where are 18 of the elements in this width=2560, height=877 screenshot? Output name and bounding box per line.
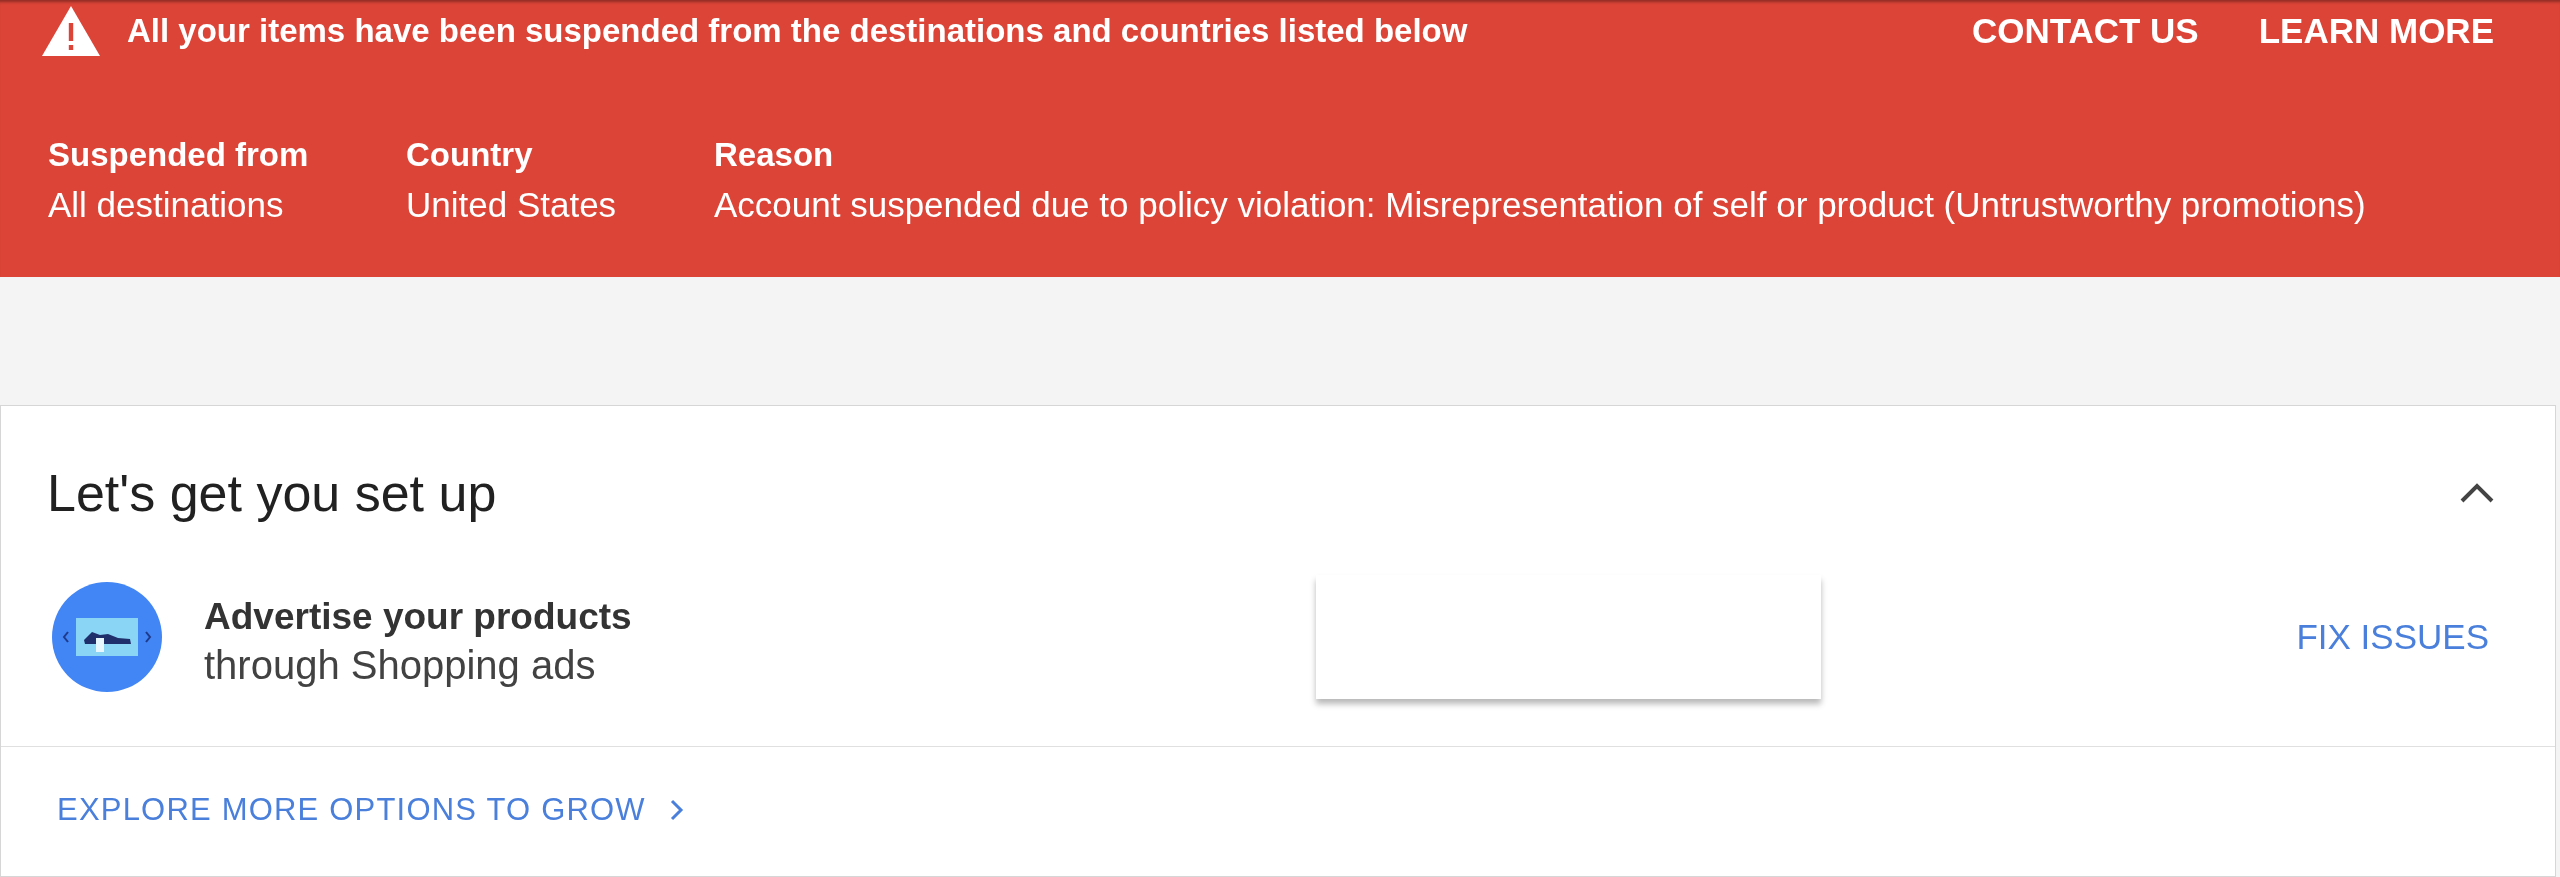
column-value: Account suspended due to policy violation: Misrepresentation of self or product (Untrustworthy promotions) xyxy=(714,185,2366,225)
chevron-up-icon[interactable] xyxy=(2459,482,2495,504)
warning-icon xyxy=(42,6,100,56)
task-action-button[interactable]: FIX ISSUES xyxy=(2280,609,2505,665)
banner-link[interactable]: LEARN MORE xyxy=(2258,11,2494,51)
alert-message: All your items have been suspended from the destinations and countries listed below xyxy=(127,12,1468,50)
task-subtitle: through Shopping ads xyxy=(204,642,596,689)
explore-link[interactable]: EXPLORE MORE OPTIONS TO GROW xyxy=(57,791,684,829)
card-title: Let's get you set up xyxy=(47,463,497,523)
column-value: All destinations xyxy=(48,185,284,225)
chevron-right-icon xyxy=(669,799,684,821)
task-title: Advertise your products xyxy=(204,595,632,639)
column-heading: Reason xyxy=(714,135,834,175)
banner-link[interactable]: CONTACT US xyxy=(1971,11,2199,51)
column-value: United States xyxy=(406,185,617,225)
column-heading: Suspended from xyxy=(48,135,309,175)
shoe-icon xyxy=(52,582,162,692)
column-heading: Country xyxy=(406,135,533,175)
